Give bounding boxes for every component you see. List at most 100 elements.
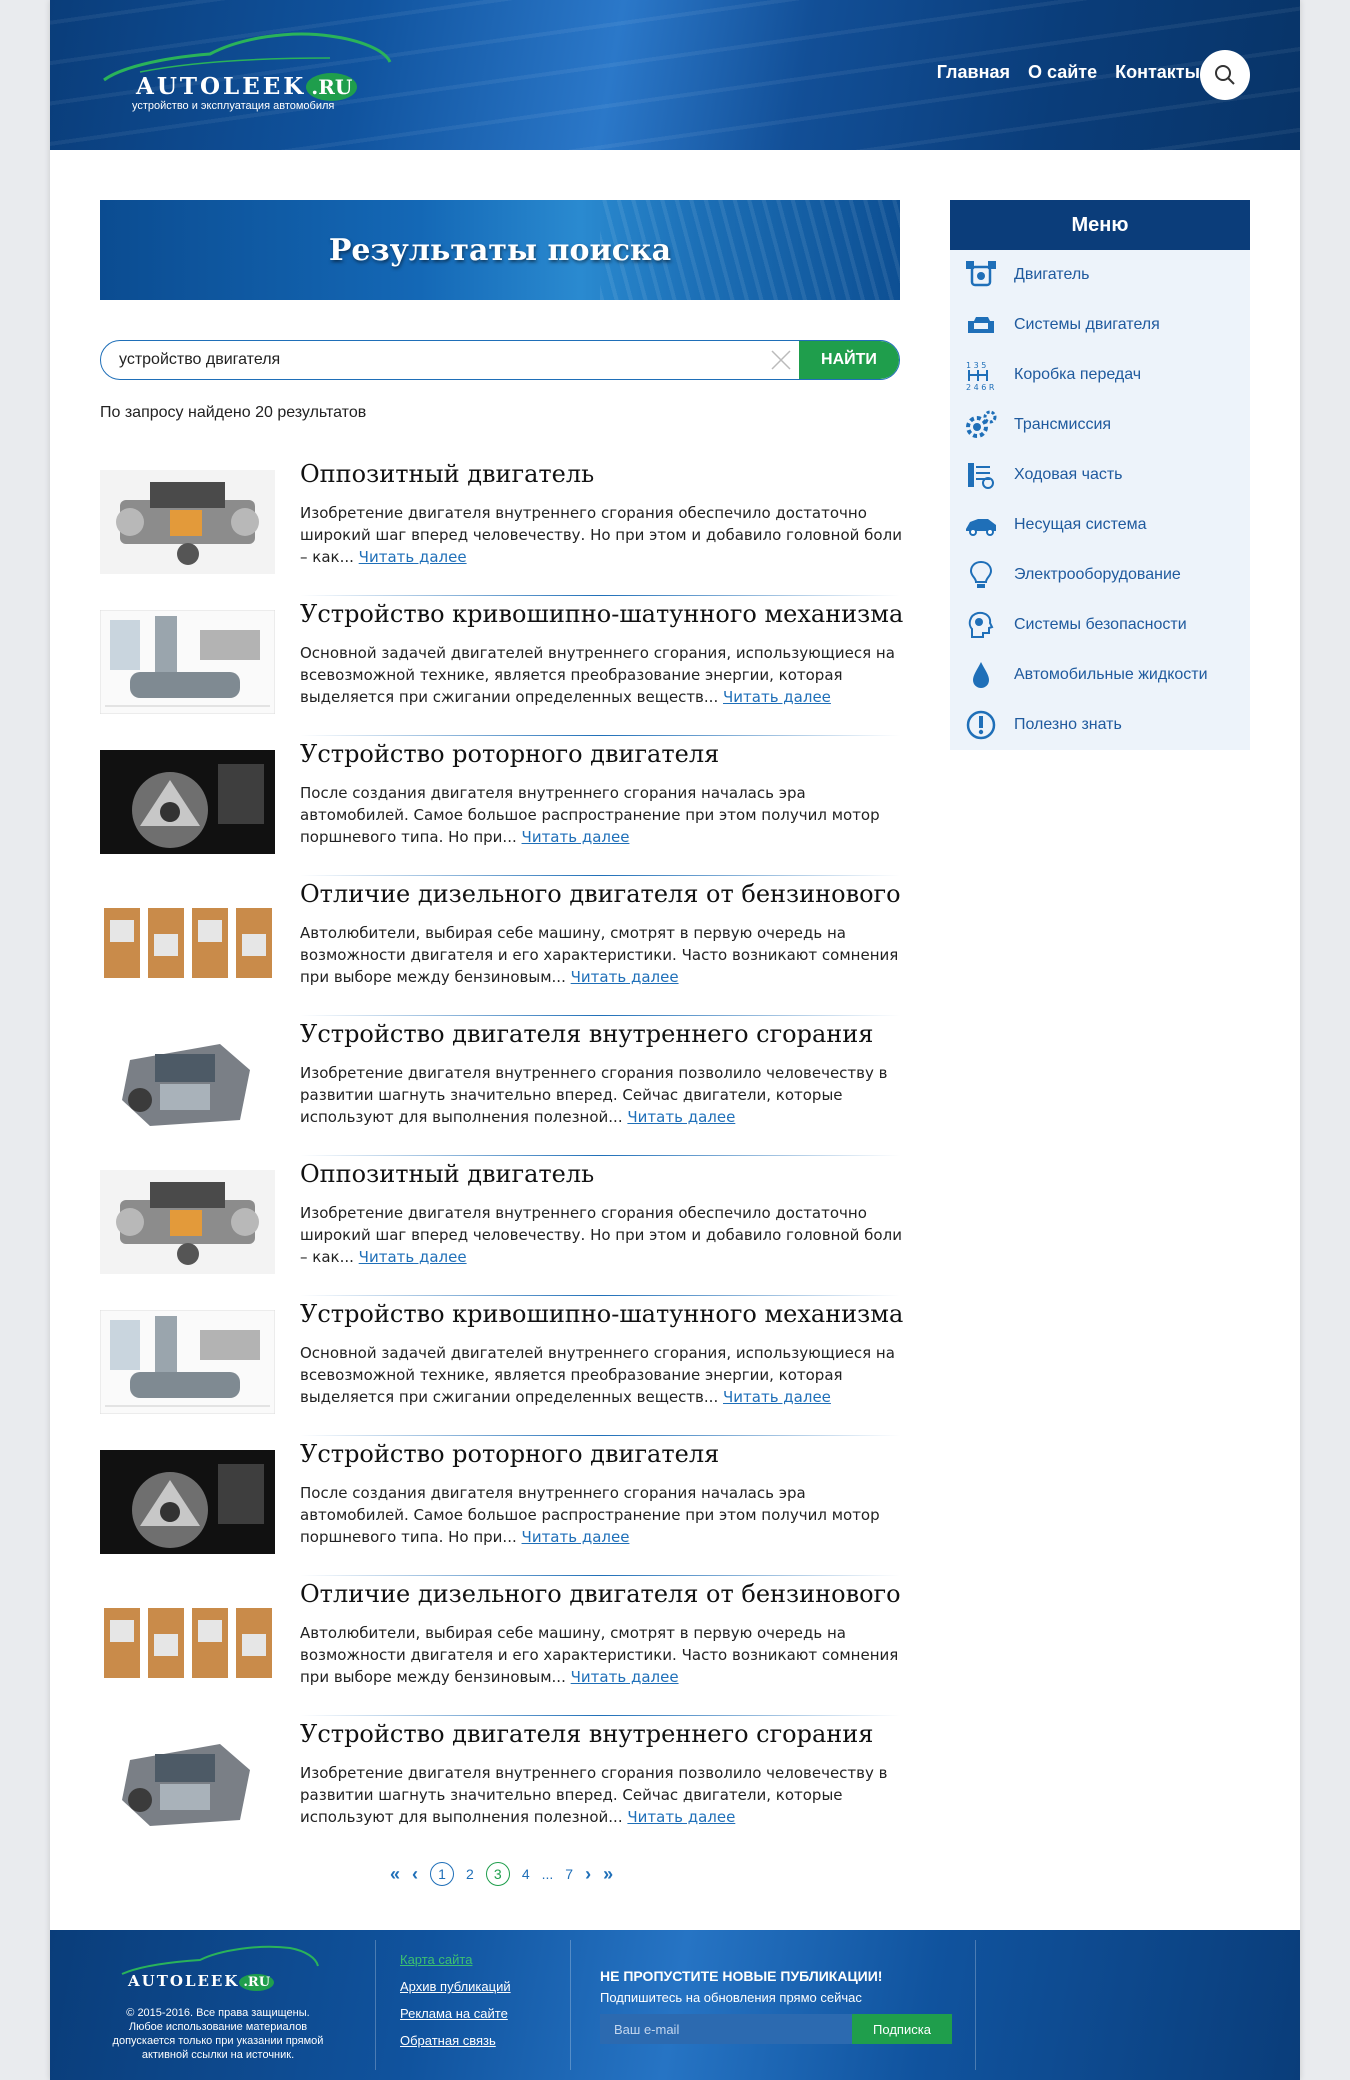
search-submit-button[interactable]: НАЙТИ (799, 341, 899, 379)
page-title: Результаты поиска (328, 232, 672, 268)
footer-divider (570, 1940, 571, 2070)
gears-icon (966, 410, 997, 438)
result-title[interactable]: Устройство роторного двигателя (300, 740, 719, 768)
list-item: Отличие дизельного двигателя от бензинов… (100, 1580, 920, 1720)
drop-icon (973, 662, 989, 688)
list-item: Отличие дизельного двигателя от бензинов… (100, 880, 920, 1020)
footer-link-archive[interactable]: Архив публикаций (400, 1979, 511, 1994)
sidebar-item-chassis[interactable]: Ходовая часть (950, 450, 1250, 500)
result-title[interactable]: Устройство кривошипно-шатунного механизм… (300, 1300, 903, 1328)
list-item: Устройство двигателя внутреннего сгорани… (100, 1020, 920, 1160)
page-button-2[interactable]: 2 (466, 1866, 474, 1882)
footer-logo[interactable]: AUTOLEEK .RU (120, 1944, 320, 2000)
sidebar-item-body[interactable]: Несущая система (950, 500, 1250, 550)
subscribe-button[interactable]: Подписка (852, 2014, 952, 2044)
exclamation-icon (966, 710, 996, 740)
sidebar-menu: Меню Двигатель Системы двигателя 1 3 5 2 … (950, 200, 1250, 750)
list-item: Оппозитный двигатель Изобретение двигате… (100, 460, 920, 600)
header-search-button[interactable] (1200, 50, 1250, 100)
engine-block-icon (968, 317, 994, 333)
search-input[interactable] (101, 341, 763, 379)
results-count: По запросу найдено 20 результатов (100, 404, 367, 421)
sidebar-item-electrical[interactable]: Электрооборудование (950, 550, 1250, 600)
boxer-engine-image[interactable] (100, 470, 275, 574)
page-button-1[interactable]: 1 (430, 1862, 455, 1886)
list-item: Устройство роторного двигателя После соз… (100, 740, 920, 880)
result-title[interactable]: Оппозитный двигатель (300, 1160, 594, 1188)
nav-home[interactable]: Главная (937, 62, 1010, 83)
clear-search-button[interactable] (763, 341, 799, 379)
next-page-button[interactable]: › (585, 1864, 591, 1885)
diesel-cycle-image[interactable] (100, 1590, 275, 1694)
logo-tagline: устройство и эксплуатация автомобиля (132, 100, 335, 112)
page-button-3-current[interactable]: 3 (485, 1862, 510, 1886)
result-title[interactable]: Устройство двигателя внутреннего сгорани… (300, 1720, 873, 1748)
result-title[interactable]: Устройство кривошипно-шатунного механизм… (300, 600, 903, 628)
sidebar-item-engine-systems[interactable]: Системы двигателя (950, 300, 1250, 350)
svg-text:2 4 6 R: 2 4 6 R (966, 383, 995, 391)
sidebar-item-fluids[interactable]: Автомобильные жидкости (950, 650, 1250, 700)
result-title[interactable]: Устройство роторного двигателя (300, 1440, 719, 1468)
crank-mechanism-image[interactable] (100, 1310, 275, 1414)
ice-engine-image[interactable] (100, 1730, 275, 1834)
result-snippet: После создания двигателя внутреннего сго… (300, 784, 880, 846)
page-button-4[interactable]: 4 (522, 1866, 530, 1882)
engine-icon (966, 261, 996, 287)
divider (300, 1015, 900, 1016)
read-more-link[interactable]: Читать далее (359, 1248, 467, 1266)
read-more-link[interactable]: Читать далее (571, 1668, 679, 1686)
lightbulb-icon (969, 560, 993, 588)
result-title[interactable]: Отличие дизельного двигателя от бензинов… (300, 880, 901, 908)
read-more-link[interactable]: Читать далее (522, 1528, 630, 1546)
read-more-link[interactable]: Читать далее (522, 828, 630, 846)
result-snippet: Основной задачей двигателей внутреннего … (300, 1344, 895, 1406)
divider (300, 1155, 900, 1156)
footer-link-sitemap[interactable]: Карта сайта (400, 1952, 511, 1967)
divider (300, 1435, 900, 1436)
list-item: Устройство двигателя внутреннего сгорани… (100, 1720, 920, 1860)
divider (300, 1715, 900, 1716)
subscribe-title: НЕ ПРОПУСТИТЕ НОВЫЕ ПУБЛИКАЦИИ! (600, 1968, 883, 1984)
menu-title: Меню (950, 200, 1250, 250)
sidebar-item-transmission[interactable]: Трансмиссия (950, 400, 1250, 450)
prev-page-button[interactable]: ‹ (412, 1864, 418, 1885)
nav-contacts[interactable]: Контакты (1115, 62, 1200, 83)
result-title[interactable]: Оппозитный двигатель (300, 460, 594, 488)
result-title[interactable]: Устройство двигателя внутреннего сгорани… (300, 1020, 873, 1048)
read-more-link[interactable]: Читать далее (359, 548, 467, 566)
footer-divider (375, 1940, 376, 2070)
diesel-cycle-image[interactable] (100, 890, 275, 994)
nav-about[interactable]: О сайте (1028, 62, 1097, 83)
first-page-button[interactable]: « (390, 1864, 400, 1885)
close-icon (771, 350, 791, 370)
sidebar-item-gearbox[interactable]: 1 3 52 4 6 R Коробка передач (950, 350, 1250, 400)
result-title[interactable]: Отличие дизельного двигателя от бензинов… (300, 1580, 901, 1608)
read-more-link[interactable]: Читать далее (723, 688, 831, 706)
boxer-engine-image[interactable] (100, 1170, 275, 1274)
sidebar-item-engine[interactable]: Двигатель (950, 250, 1250, 300)
divider (300, 595, 900, 596)
email-field[interactable] (600, 2014, 852, 2044)
result-snippet: Изобретение двигателя внутреннего сгоран… (300, 1204, 902, 1266)
rotary-engine-image[interactable] (100, 750, 275, 854)
rotary-engine-image[interactable] (100, 1450, 275, 1554)
page-button-7[interactable]: 7 (565, 1866, 573, 1882)
footer-links: Карта сайта Архив публикаций Реклама на … (400, 1952, 511, 2048)
main-nav: Главная О сайте Контакты (937, 62, 1200, 83)
ice-engine-image[interactable] (100, 1030, 275, 1134)
site-logo[interactable]: AUTOLEEK .RU устройство и эксплуатация ав… (100, 28, 400, 120)
crank-mechanism-image[interactable] (100, 610, 275, 714)
sidebar-item-useful[interactable]: Полезно знать (950, 700, 1250, 750)
read-more-link[interactable]: Читать далее (571, 968, 679, 986)
read-more-link[interactable]: Читать далее (627, 1108, 735, 1126)
read-more-link[interactable]: Читать далее (627, 1808, 735, 1826)
footer-link-feedback[interactable]: Обратная связь (400, 2033, 511, 2048)
footer-link-ads[interactable]: Реклама на сайте (400, 2006, 511, 2021)
safety-head-icon (968, 611, 994, 638)
sidebar-item-safety[interactable]: Системы безопасности (950, 600, 1250, 650)
last-page-button[interactable]: » (603, 1864, 613, 1885)
footer-logo-text: AUTOLEEK .RU (128, 1972, 275, 1991)
divider (300, 735, 900, 736)
site-footer: AUTOLEEK .RU © 2015-2016. Все права защищ… (50, 1930, 1300, 2080)
read-more-link[interactable]: Читать далее (723, 1388, 831, 1406)
